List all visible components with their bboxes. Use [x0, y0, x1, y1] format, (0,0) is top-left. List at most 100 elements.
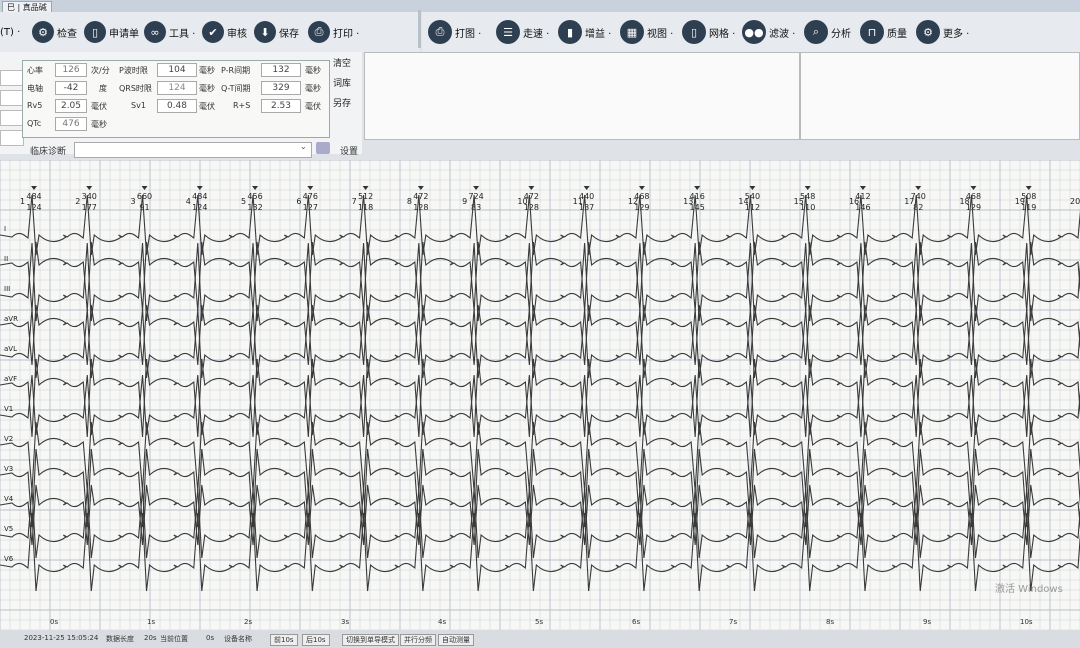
- beat-marker-icon: [694, 186, 701, 190]
- save-as-button[interactable]: 另存: [333, 96, 359, 109]
- beat-rr-interval: 484: [192, 192, 207, 201]
- sv1-value[interactable]: 0.48: [157, 99, 197, 113]
- rv5-value[interactable]: 2.05: [55, 99, 87, 113]
- ecg-svg[interactable]: 1484124234017736609144841245456132647612…: [0, 159, 1080, 631]
- lead-label: V4: [4, 495, 14, 503]
- beat-rr-interval: 468: [634, 192, 649, 201]
- gain-button[interactable]: ▮ 增益 ·: [558, 18, 611, 46]
- beat-heart-rate: 110: [800, 203, 815, 212]
- qtc-unit: 毫秒: [91, 120, 107, 129]
- diagnosis-row: 临床诊断 ⌄ 设置: [0, 142, 360, 160]
- qt-label: Q-T间期: [221, 84, 251, 93]
- beat-heart-rate: 128: [524, 203, 539, 212]
- beat-marker-icon: [86, 186, 93, 190]
- qtc-label: QTc: [27, 119, 42, 128]
- next-10s-button[interactable]: 后10s: [302, 634, 330, 646]
- left-field[interactable]: [0, 90, 24, 106]
- parallel-button[interactable]: 并行分频: [400, 634, 436, 646]
- save-icon: ⬇: [254, 21, 276, 43]
- beat-heart-rate: 129: [634, 203, 649, 212]
- rv5-unit: 毫伏: [91, 102, 107, 111]
- save-button[interactable]: ⬇ 保存: [254, 18, 299, 46]
- beat-marker-icon: [196, 186, 203, 190]
- hr-value[interactable]: 126: [55, 63, 87, 77]
- microphone-icon[interactable]: [316, 142, 330, 154]
- left-field[interactable]: [0, 110, 24, 126]
- qt-value[interactable]: 329: [261, 81, 301, 95]
- rs-value[interactable]: 2.53: [261, 99, 301, 113]
- qtc-value[interactable]: 476: [55, 117, 87, 131]
- print-icon: ⎙: [428, 20, 452, 44]
- beat-marker-icon: [859, 186, 866, 190]
- prev-10s-button[interactable]: 前10s: [270, 634, 298, 646]
- axis-label: 电轴: [27, 84, 43, 93]
- axis-value[interactable]: -42: [55, 81, 87, 95]
- ecg-chart[interactable]: 1 484 124 2 340 177 3 660 91 4 484 124 5 456 132 6 476 12…: [0, 159, 1080, 631]
- status-bar: 2023-11-25 15:05:24 数据长度 20s 当前位置 0s 设备名…: [0, 630, 1080, 648]
- pr-value[interactable]: 132: [261, 63, 301, 77]
- quality-button[interactable]: ⊓ 质量: [860, 18, 907, 46]
- document-icon: ▯: [84, 21, 106, 43]
- quality-icon: ⊓: [860, 20, 884, 44]
- left-field[interactable]: [0, 70, 24, 86]
- request-form-button[interactable]: ▯ 申请单: [84, 18, 139, 46]
- single-lead-mode-button[interactable]: 切换到单导模式: [342, 634, 399, 646]
- print-graph-button[interactable]: ⎙ 打图 ·: [428, 18, 481, 46]
- lead-label: I: [4, 225, 6, 233]
- time-tick: 1s: [147, 618, 155, 626]
- main-toolbar: (T) · ⚙ 检查 ▯ 申请单 ∞ 工具 · ✔ 审核 ⬇ 保存 ⎙ 打印 ·: [0, 12, 420, 52]
- beat-number: 7: [352, 197, 357, 206]
- grid-button[interactable]: ▯ 网格 ·: [682, 18, 735, 46]
- toolbar-separator: [418, 10, 421, 48]
- status-position-label: 当前位置: [160, 635, 188, 643]
- print-icon: ⎙: [308, 21, 330, 43]
- beat-marker-icon: [583, 186, 590, 190]
- chevron-down-icon[interactable]: ⌄: [300, 142, 307, 151]
- speed-icon: ☰: [496, 20, 520, 44]
- paper-speed-button[interactable]: ☰ 走速 ·: [496, 18, 549, 46]
- search-icon: ⌕: [804, 20, 828, 44]
- beat-rr-interval: 548: [800, 192, 815, 201]
- beat-heart-rate: 146: [855, 203, 870, 212]
- beat-rr-interval: 724: [468, 192, 483, 201]
- beat-rr-interval: 740: [911, 192, 926, 201]
- filter-button[interactable]: ●● 滤波 ·: [742, 18, 795, 46]
- beat-number: 9: [462, 197, 467, 206]
- tools-icon: ∞: [144, 21, 166, 43]
- toolbar-prefix[interactable]: (T) ·: [0, 18, 20, 46]
- print-button[interactable]: ⎙ 打印 ·: [308, 18, 359, 46]
- time-tick: 4s: [438, 618, 446, 626]
- beat-heart-rate: 119: [1021, 203, 1036, 212]
- beat-marker-icon: [1025, 186, 1032, 190]
- audit-button[interactable]: ✔ 审核: [202, 18, 247, 46]
- view-button[interactable]: ▦ 视图 ·: [620, 18, 673, 46]
- settings-button[interactable]: 设置: [340, 144, 358, 157]
- check-button[interactable]: ⚙ 检查: [32, 18, 77, 46]
- status-datetime: 2023-11-25 15:05:24: [24, 634, 99, 642]
- phrase-library-button[interactable]: 词库: [333, 76, 359, 89]
- grid-icon: ▯: [682, 20, 706, 44]
- time-tick: 2s: [244, 618, 252, 626]
- clear-button[interactable]: 清空: [333, 56, 359, 69]
- beat-marker-icon: [915, 186, 922, 190]
- beat-rr-interval: 512: [358, 192, 373, 201]
- time-tick: 5s: [535, 618, 543, 626]
- more-button[interactable]: ⚙ 更多 ·: [916, 18, 969, 46]
- diagnosis-input[interactable]: [74, 142, 312, 158]
- status-device-label: 设备名称: [224, 635, 252, 643]
- lead-label: aVR: [4, 315, 18, 323]
- beat-heart-rate: 145: [690, 203, 705, 212]
- qrs-value[interactable]: 124: [157, 81, 197, 95]
- p-label: P波时限: [119, 66, 148, 75]
- lead-label: V3: [4, 465, 13, 473]
- beat-heart-rate: 132: [247, 203, 262, 212]
- beat-rr-interval: 416: [690, 192, 705, 201]
- analyze-button[interactable]: ⌕ 分析: [804, 18, 851, 46]
- beat-rr-interval: 472: [413, 192, 428, 201]
- tools-button[interactable]: ∞ 工具 ·: [144, 18, 195, 46]
- p-value[interactable]: 104: [157, 63, 197, 77]
- auto-measure-button[interactable]: 自动测量: [438, 634, 474, 646]
- time-tick: 0s: [50, 618, 58, 626]
- time-tick: 7s: [729, 618, 737, 626]
- beat-heart-rate: 129: [966, 203, 981, 212]
